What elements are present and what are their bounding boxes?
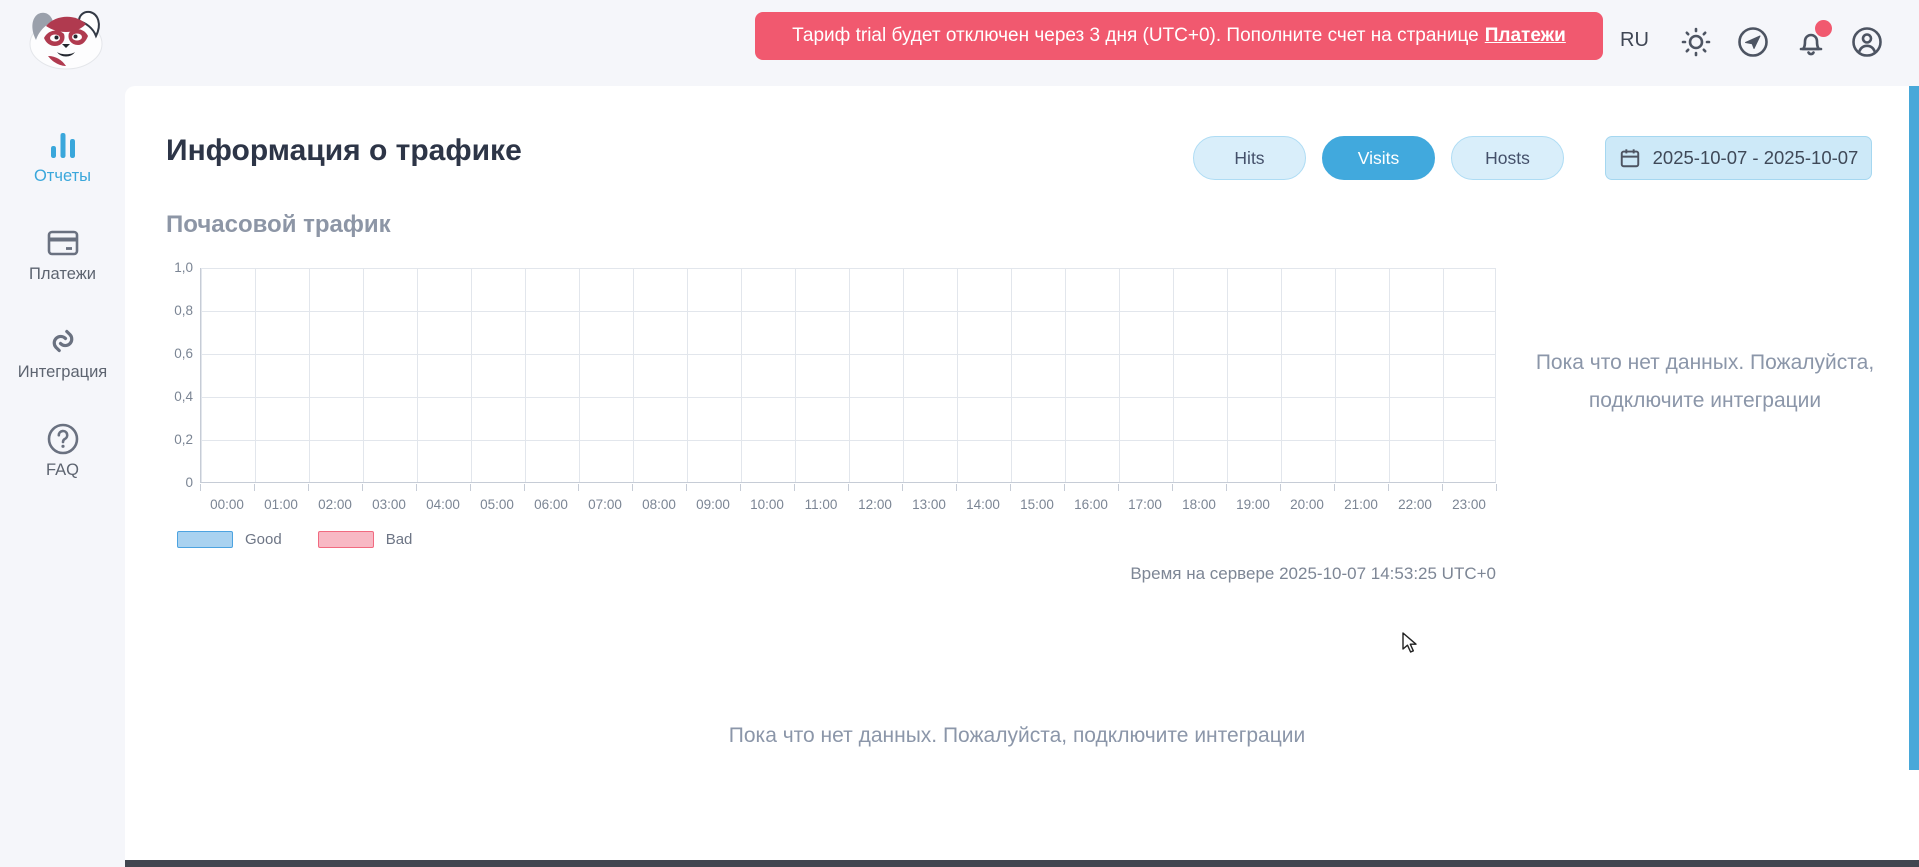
x-tick-label: 11:00 [794,497,848,512]
banner-payments-link[interactable]: Платежи [1485,25,1566,47]
x-tick-label: 19:00 [1226,497,1280,512]
sidebar-nav: Отчеты Платежи Интеграция FAQ [0,86,125,867]
sidebar-item-faq[interactable]: FAQ [0,420,125,480]
sidebar-item-integration[interactable]: Интеграция [0,322,125,382]
chart-x-axis: 00:0001:0002:0003:0004:0005:0006:0007:00… [200,497,1496,512]
x-tick-label: 18:00 [1172,497,1226,512]
x-tick-label: 06:00 [524,497,578,512]
date-range-value: 2025-10-07 - 2025-10-07 [1653,147,1859,169]
sidebar-item-label: Платежи [29,265,96,284]
legend-item-good[interactable]: Good [177,531,282,548]
x-tick-label: 17:00 [1118,497,1172,512]
y-tick-label: 0 [143,475,193,490]
y-tick-label: 0,4 [143,389,193,404]
notification-badge [1815,20,1832,37]
legend-item-bad[interactable]: Bad [318,531,413,548]
x-tick-label: 10:00 [740,497,794,512]
y-tick-label: 0,2 [143,432,193,447]
profile-icon[interactable] [1849,24,1885,60]
topbar: Тариф trial будет отключен через 3 дня (… [0,0,1919,86]
vertical-scrollbar-thumb[interactable] [1909,86,1919,770]
sidebar-item-reports[interactable]: Отчеты [0,126,125,186]
notifications-bell-icon[interactable] [1793,24,1829,60]
x-tick-label: 02:00 [308,497,362,512]
no-data-message-bottom: Пока что нет данных. Пожалуйста, подключ… [125,724,1909,748]
x-tick-label: 22:00 [1388,497,1442,512]
x-tick-label: 20:00 [1280,497,1334,512]
x-tick-label: 13:00 [902,497,956,512]
toggle-button-visits[interactable]: Visits [1322,136,1435,180]
sidebar-item-label: FAQ [46,461,79,480]
x-tick-label: 15:00 [1010,497,1064,512]
x-tick-label: 01:00 [254,497,308,512]
x-tick-label: 12:00 [848,497,902,512]
page-title: Информация о трафике [166,134,522,168]
chart-section-title: Почасовой трафик [166,211,391,239]
telegram-icon[interactable] [1735,24,1771,60]
raccoon-logo[interactable] [24,6,108,72]
legend-swatch [177,531,233,548]
trial-warning-banner: Тариф trial будет отключен через 3 дня (… [755,12,1603,60]
theme-sun-icon[interactable] [1678,24,1714,60]
server-time: Время на сервере 2025-10-07 14:53:25 UTC… [896,564,1496,584]
x-tick-label: 04:00 [416,497,470,512]
x-tick-label: 14:00 [956,497,1010,512]
x-tick-label: 23:00 [1442,497,1496,512]
x-tick-label: 00:00 [200,497,254,512]
x-tick-label: 07:00 [578,497,632,512]
banner-text: Тариф trial будет отключен через 3 дня (… [792,25,1479,47]
x-tick-label: 03:00 [362,497,416,512]
calendar-icon [1619,147,1641,169]
question-icon [44,420,82,458]
chart-x-ticks [200,484,1497,491]
legend-swatch [318,531,374,548]
sidebar-item-label: Интеграция [18,363,108,382]
chart-plot-area [200,268,1496,483]
x-tick-label: 05:00 [470,497,524,512]
credit-card-icon [44,224,82,262]
toggle-button-hosts[interactable]: Hosts [1451,136,1564,180]
metric-toggle-group: Hits Visits Hosts [1193,136,1564,180]
horizontal-scrollbar[interactable] [125,860,1919,867]
date-range-picker[interactable]: 2025-10-07 - 2025-10-07 [1605,136,1872,180]
x-tick-label: 16:00 [1064,497,1118,512]
main-content: Информация о трафике Hits Visits Hosts 202… [125,86,1909,867]
y-tick-label: 0,8 [143,303,193,318]
y-tick-label: 0,6 [143,346,193,361]
x-tick-label: 21:00 [1334,497,1388,512]
legend-label: Good [245,531,282,548]
no-data-message-side: Пока что нет данных. Пожалуйста, подключ… [1525,344,1885,420]
x-tick-label: 08:00 [632,497,686,512]
y-tick-label: 1,0 [143,260,193,275]
language-switcher[interactable]: RU [1620,29,1666,52]
bar-chart-icon [44,126,82,164]
toggle-button-hits[interactable]: Hits [1193,136,1306,180]
x-tick-label: 09:00 [686,497,740,512]
link-icon [44,322,82,360]
sidebar-item-label: Отчеты [34,167,91,186]
sidebar-item-payments[interactable]: Платежи [0,224,125,284]
chart-legend: Good Bad [177,531,434,548]
legend-label: Bad [386,531,413,548]
chart-y-axis: 1,00,80,60,40,20 [143,268,193,483]
